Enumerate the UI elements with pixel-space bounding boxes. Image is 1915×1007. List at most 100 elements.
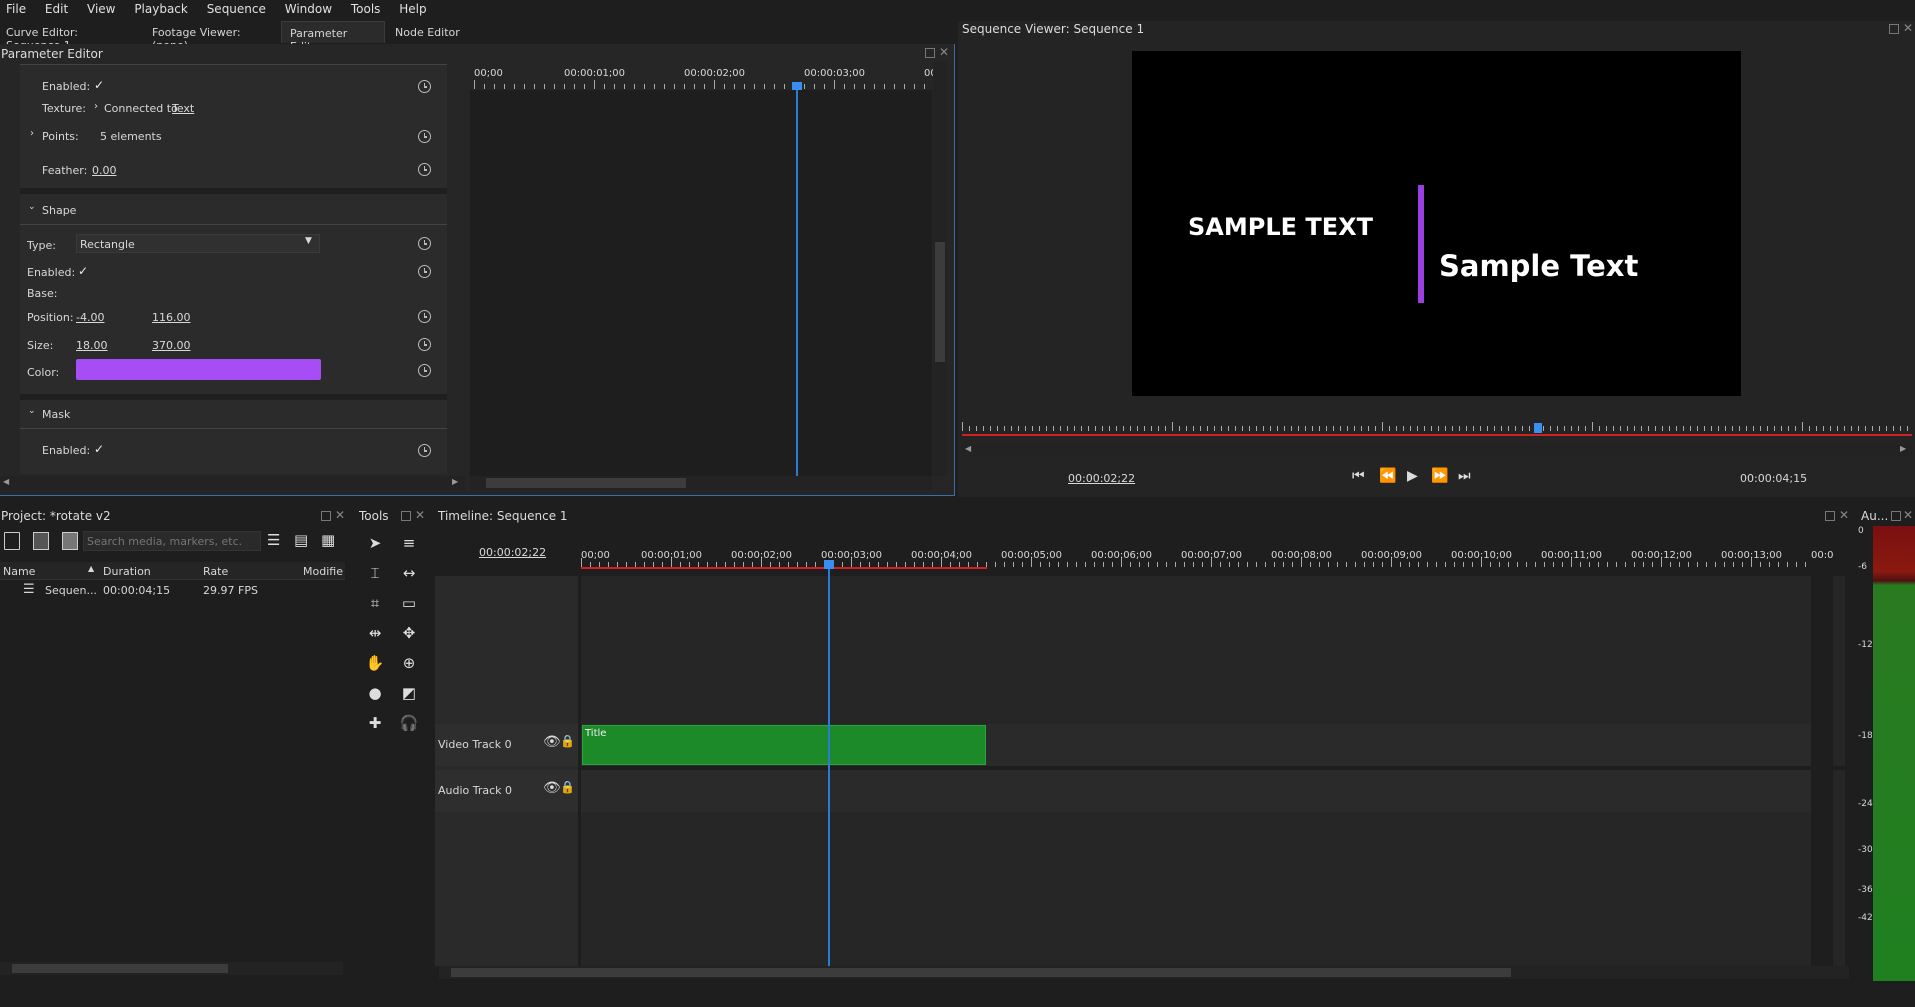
points-chevron-icon[interactable]: › <box>30 128 34 139</box>
ripple-tool-icon[interactable]: ⌶ <box>361 560 389 586</box>
video-track-header[interactable]: Video Track 0 👁 🔒 <box>435 724 578 766</box>
float-icon[interactable] <box>1891 511 1901 521</box>
skip-to-start-icon[interactable]: ⏮ <box>1352 468 1365 484</box>
texture-chevron-icon[interactable]: › <box>94 101 98 112</box>
viewer-current-timecode[interactable]: 00:00:02;22 <box>1068 472 1135 485</box>
lock-icon[interactable]: 🔒 <box>560 780 575 794</box>
timeline-current-timecode[interactable]: 00:00:02;22 <box>479 546 546 559</box>
col-duration[interactable]: Duration <box>103 565 151 578</box>
col-name[interactable]: Name <box>3 565 35 578</box>
tab-node-editor[interactable]: Node Editor <box>389 21 469 43</box>
list-view-icon[interactable]: ☰ <box>267 531 280 549</box>
texture-link[interactable]: Text <box>172 102 194 115</box>
close-icon[interactable]: ✕ <box>1839 508 1849 522</box>
close-icon[interactable]: ✕ <box>1903 508 1913 522</box>
keyframe-clock-icon[interactable] <box>418 265 431 278</box>
grid-view-icon[interactable]: ▦ <box>321 531 335 549</box>
keyframe-clock-icon[interactable] <box>418 310 431 323</box>
timeline-playhead[interactable] <box>828 562 830 966</box>
color-swatch[interactable] <box>76 359 321 380</box>
keyframe-clock-icon[interactable] <box>418 163 431 176</box>
project-hscrollbar[interactable] <box>0 962 343 975</box>
table-row[interactable]: ☰ Sequen... 00:00:04;15 29.97 FPS <box>0 581 345 599</box>
keyframe-area[interactable]: 00;0000:00:01;0000:00:02;0000:00:03;0000… <box>470 62 940 476</box>
keyframe-clock-icon[interactable] <box>418 338 431 351</box>
play-icon[interactable]: ▶ <box>1407 468 1418 484</box>
fast-forward-icon[interactable]: ⏩ <box>1431 468 1448 484</box>
keyframe-clock-icon[interactable] <box>418 80 431 93</box>
edit-tool-icon[interactable]: ≡ <box>395 530 423 556</box>
enabled-checkbox[interactable]: ✓ <box>94 78 104 92</box>
position-x-value[interactable]: -4.00 <box>76 311 104 324</box>
open-file-icon[interactable] <box>33 532 49 550</box>
scroll-right-icon[interactable]: ▶ <box>452 477 458 486</box>
col-modified[interactable]: Modifie <box>303 565 343 578</box>
video-frame[interactable]: SAMPLE TEXT Sample Text <box>1132 51 1741 396</box>
col-rate[interactable]: Rate <box>203 565 228 578</box>
keyframe-clock-icon[interactable] <box>418 444 431 457</box>
size-y-value[interactable]: 370.00 <box>152 339 191 352</box>
menu-playback[interactable]: Playback <box>134 2 188 16</box>
save-icon[interactable] <box>62 532 78 550</box>
menu-view[interactable]: View <box>87 2 115 16</box>
record-tool-icon[interactable]: ● <box>361 680 389 706</box>
shape-enabled-checkbox[interactable]: ✓ <box>78 264 88 278</box>
new-file-icon[interactable] <box>4 532 20 550</box>
menu-window[interactable]: Window <box>285 2 332 16</box>
size-x-value[interactable]: 18.00 <box>76 339 108 352</box>
float-icon[interactable] <box>925 48 935 58</box>
keyframe-clock-icon[interactable] <box>418 130 431 143</box>
audio-track-lane[interactable] <box>581 770 1811 812</box>
audio-track-header[interactable]: Audio Track 0 👁 🔒 <box>435 770 578 812</box>
move-tool-icon[interactable]: ✥ <box>395 620 423 646</box>
menu-file[interactable]: File <box>6 2 26 16</box>
add-tool-icon[interactable]: ✚ <box>361 710 389 736</box>
close-icon[interactable]: ✕ <box>1903 21 1913 35</box>
eye-icon[interactable]: 👁 <box>543 734 561 750</box>
headphones-icon[interactable]: 🎧 <box>395 710 423 736</box>
keyframe-ruler[interactable]: 00;0000:00:01;0000:00:02;0000:00:03;0000… <box>470 62 940 90</box>
float-icon[interactable] <box>1889 24 1899 34</box>
scroll-left-icon[interactable]: ◀ <box>3 477 9 486</box>
title-clip[interactable]: Title <box>582 725 986 765</box>
keyframe-clock-icon[interactable] <box>418 364 431 377</box>
timeline-hscrollbar[interactable] <box>439 966 1849 979</box>
timeline-ruler[interactable]: 00;00 00:00:01;00 00:00:02;00 00:00:03;00 00… <box>581 542 1833 568</box>
tab-curve-editor[interactable]: Curve Editor: Sequence 1 <box>0 21 140 52</box>
rewind-icon[interactable]: ⏪ <box>1379 468 1396 484</box>
viewer-ruler[interactable] <box>962 419 1912 435</box>
rolling-tool-icon[interactable]: ↔ <box>395 560 423 586</box>
shape-chevron-icon[interactable]: ⌄ <box>28 202 36 212</box>
hand-tool-icon[interactable]: ✋ <box>361 650 389 676</box>
menu-sequence[interactable]: Sequence <box>207 2 266 16</box>
slide-tool-icon[interactable]: ⇹ <box>361 620 389 646</box>
mask-header[interactable]: Mask <box>42 408 70 421</box>
position-y-value[interactable]: 116.00 <box>152 311 191 324</box>
skip-to-end-icon[interactable]: ⏭ <box>1458 468 1471 484</box>
menu-help[interactable]: Help <box>399 2 426 16</box>
menu-edit[interactable]: Edit <box>45 2 68 16</box>
float-icon[interactable] <box>321 511 331 521</box>
keyframe-hscrollbar[interactable] <box>470 476 932 490</box>
eye-icon[interactable]: 👁 <box>543 780 561 796</box>
detail-view-icon[interactable]: ▤ <box>294 531 308 549</box>
timeline-playhead-handle[interactable] <box>824 560 834 569</box>
timeline-vscrollbar-bottom[interactable] <box>1833 770 1845 966</box>
pointer-tool-icon[interactable]: ➤ <box>361 530 389 556</box>
keyframe-canvas[interactable] <box>470 90 932 476</box>
playhead-handle[interactable] <box>792 82 802 90</box>
viewer-hscrollbar[interactable]: ◀ ▶ <box>962 444 1912 456</box>
viewer-playhead-handle[interactable] <box>1534 423 1542 433</box>
params-hscrollbar[interactable]: ◀ ▶ <box>0 476 465 490</box>
keyframe-clock-icon[interactable] <box>418 237 431 250</box>
slip-tool-icon[interactable]: ▭ <box>395 590 423 616</box>
lock-icon[interactable]: 🔒 <box>560 734 575 748</box>
razor-tool-icon[interactable]: ⌗ <box>361 590 389 616</box>
tab-footage-viewer[interactable]: Footage Viewer: (none) <box>146 21 276 52</box>
type-select[interactable]: Rectangle ▼ <box>76 234 320 253</box>
keyframe-vscrollbar[interactable] <box>933 62 947 476</box>
menu-tools[interactable]: Tools <box>351 2 381 16</box>
close-icon[interactable]: ✕ <box>939 45 949 59</box>
float-icon[interactable] <box>401 511 411 521</box>
mask-enabled-checkbox[interactable]: ✓ <box>94 442 104 456</box>
